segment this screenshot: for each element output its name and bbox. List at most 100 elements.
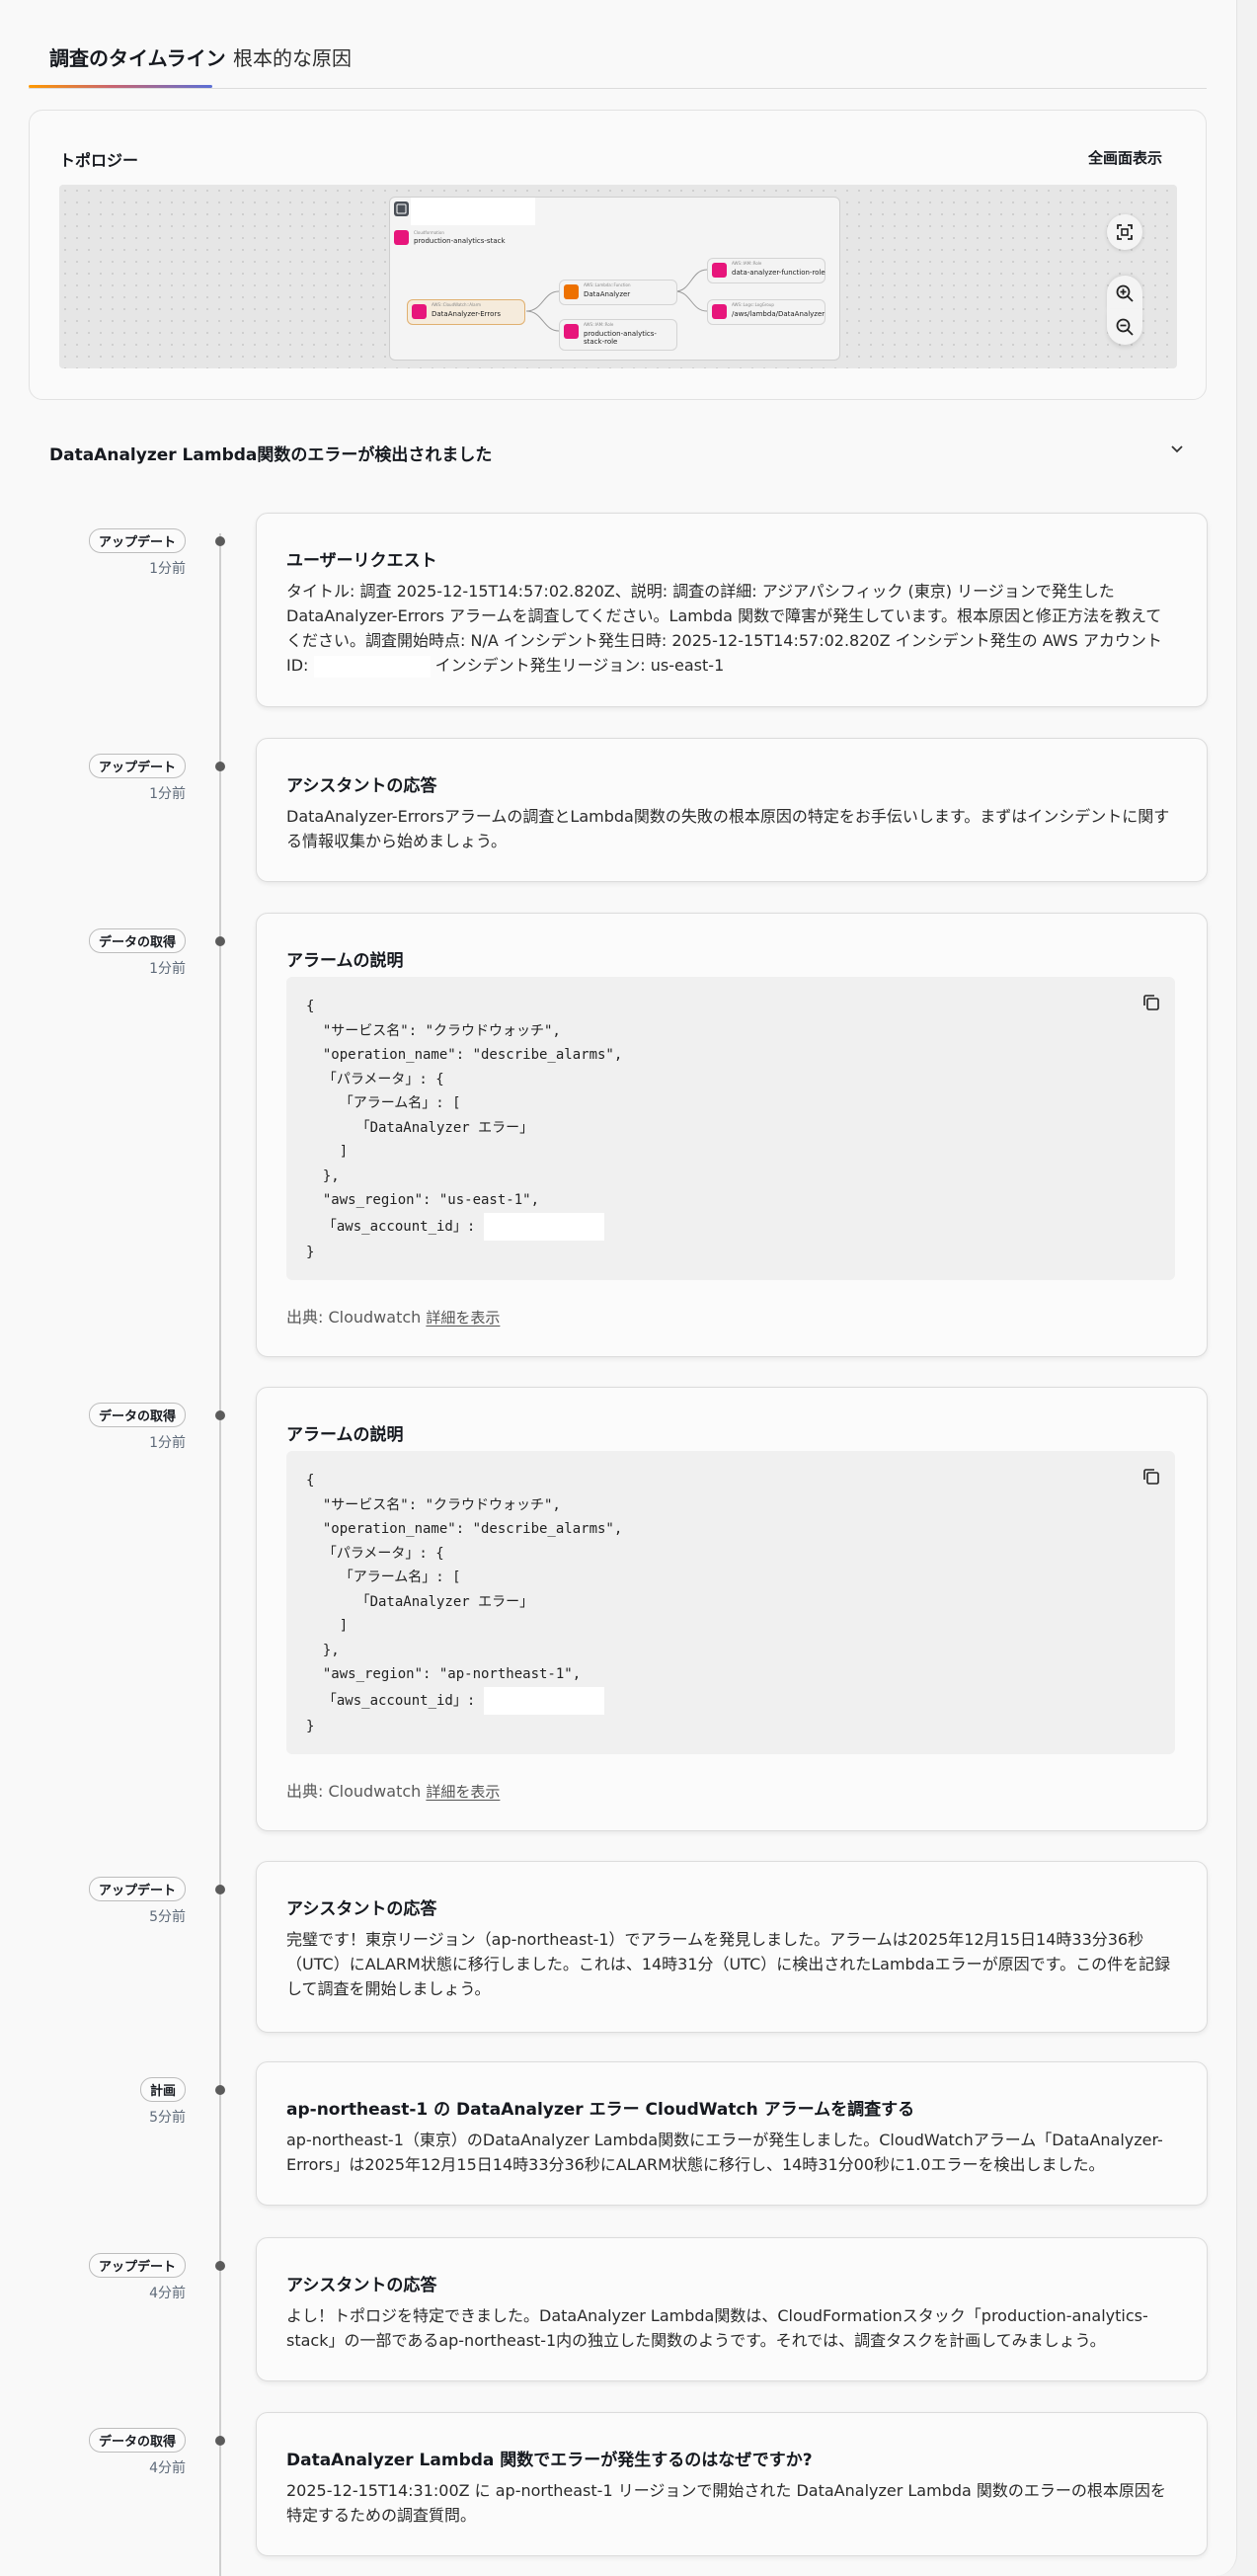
entry-type-badge: 計画 [139, 2077, 186, 2102]
entry-time: 1分前 [149, 561, 186, 577]
zoom-in-icon [1116, 284, 1134, 302]
source-line: 出典: Cloudwatch 詳細を表示 [286, 1778, 500, 1802]
role-icon [712, 263, 727, 278]
entry-time: 5分前 [149, 2110, 186, 2126]
card-title: アシスタントの応答 [286, 2276, 437, 2295]
redacted-account-id [313, 655, 431, 678]
entry-card: アラームの説明 { "サービス名": "クラウドウォッチ", "operatio… [256, 1387, 1208, 1831]
entry-card: アシスタントの応答 よし！トポロジを特定できました。DataAnalyzer L… [256, 2237, 1208, 2381]
topology-node-role[interactable]: AWS::IAM::Role production-analytics-stac… [559, 319, 677, 351]
node-name: /aws/lambda/DataAnalyzer [732, 310, 825, 318]
collapse-chevron-icon[interactable] [1166, 439, 1188, 460]
active-tab-indicator [29, 85, 212, 88]
node-type: AWS::CloudWatch::Alarm [432, 302, 482, 307]
code-content-end: } [306, 1718, 315, 1734]
node-type: AWS::IAM::Role [584, 322, 614, 327]
entry-card: アシスタントの応答 DataAnalyzer-Errorsアラームの調査とLam… [256, 738, 1208, 882]
node-name: data-analyzer-function-role [732, 269, 825, 277]
role-icon [564, 324, 579, 339]
code-content: { "サービス名": "クラウドウォッチ", "operation_name":… [306, 999, 623, 1235]
card-title: アラームの説明 [286, 1425, 404, 1445]
entry-time: 4分前 [149, 2286, 186, 2301]
card-body: よし！トポロジを特定できました。DataAnalyzer Lambda関数は、C… [286, 2306, 1148, 2350]
card-body: 完璧です！東京リージョン（ap-northeast-1）でアラームを発見しました… [286, 1930, 1171, 1998]
entry-type-badge: データの取得 [88, 2428, 186, 2453]
node-name: DataAnalyzer [584, 290, 631, 298]
entry-time: 1分前 [149, 1435, 186, 1451]
log-group-icon [712, 304, 727, 319]
card-body: 2025-12-15T14:31:00Z に ap-northeast-1 リー… [286, 2481, 1166, 2525]
timeline-dot [215, 536, 225, 546]
zoom-out-icon [1116, 318, 1134, 336]
topology-canvas[interactable]: Cloudformation production-analytics-stac… [59, 185, 1177, 368]
timeline-dot [215, 2436, 225, 2446]
timeline-dot [215, 2085, 225, 2095]
fit-view-button[interactable] [1107, 214, 1142, 250]
entry-time: 5分前 [149, 1909, 186, 1925]
card-body: タイトル: 調査 2025-12-15T14:57:02.820Z、説明: 調査… [286, 579, 1175, 678]
entry-card: ユーザーリクエスト タイトル: 調査 2025-12-15T14:57:02.8… [256, 513, 1208, 707]
zoom-in-button[interactable] [1107, 276, 1142, 311]
entry-type-badge: アップデート [88, 754, 186, 778]
entry-type-badge: アップデート [88, 2253, 186, 2278]
code-text: { "サービス名": "クラウドウォッチ", "operation_name":… [306, 1469, 622, 1738]
zoom-out-button[interactable] [1107, 309, 1142, 345]
body-text: インシデント発生リージョン: us-east-1 [434, 656, 725, 675]
fullscreen-button[interactable]: 全画面表示 [1088, 147, 1162, 168]
code-text: { "サービス名": "クラウドウォッチ", "operation_name":… [306, 995, 622, 1264]
scrollbar[interactable] [1239, 0, 1257, 2576]
entry-card: ap-northeast-1 の DataAnalyzer エラー CloudW… [256, 2061, 1208, 2206]
view-details-link[interactable]: 詳細を表示 [426, 1783, 500, 1801]
card-title: アラームの説明 [286, 951, 404, 971]
tab-investigation-timeline[interactable]: 調査のタイムライン [49, 45, 226, 71]
node-type: AWS::Logs::LogGroup [732, 302, 774, 307]
card-body: ap-northeast-1（東京）のDataAnalyzer Lambda関数… [286, 2131, 1163, 2174]
topology-node-alarm[interactable]: AWS::CloudWatch::Alarm DataAnalyzer-Erro… [407, 299, 525, 325]
source-line: 出典: Cloudwatch 詳細を表示 [286, 1304, 500, 1328]
fit-view-icon [1117, 224, 1133, 240]
timeline-dot [215, 936, 225, 946]
card-title: ap-northeast-1 の DataAnalyzer エラー CloudW… [286, 2100, 915, 2120]
section-title: DataAnalyzer Lambda関数のエラーが検出されました [49, 445, 493, 465]
timeline-dot [215, 1410, 225, 1420]
tab-root-cause[interactable]: 根本的な原因 [233, 45, 352, 71]
code-block: { "サービス名": "クラウドウォッチ", "operation_name":… [286, 1451, 1175, 1754]
entry-type-badge: アップデート [88, 528, 186, 553]
topology-node-log-group[interactable]: AWS::Logs::LogGroup /aws/lambda/DataAnal… [707, 299, 825, 325]
entry-card: DataAnalyzer Lambda 関数でエラーが発生するのはなぜですか? … [256, 2412, 1208, 2556]
entry-time: 4分前 [149, 2460, 186, 2476]
entry-card: アシスタントの応答 完璧です！東京リージョン（ap-northeast-1）でア… [256, 1861, 1208, 2033]
redacted-account-id [483, 1212, 604, 1241]
topology-node-exec-role[interactable]: AWS::IAM::Role data-analyzer-function-ro… [707, 258, 825, 283]
topology-title: トポロジー [59, 151, 139, 170]
entry-time: 1分前 [149, 961, 186, 977]
card-title: アシスタントの応答 [286, 1899, 437, 1919]
tab-bar: 調査のタイムライン 根本的な原因 [29, 0, 1207, 89]
entry-type-badge: データの取得 [88, 928, 186, 953]
code-content: { "サービス名": "クラウドウォッチ", "operation_name":… [306, 1473, 623, 1709]
source-label: 出典: Cloudwatch [286, 1782, 422, 1801]
lambda-icon [564, 284, 579, 299]
node-name: production-analytics-stack-role [584, 330, 657, 346]
copy-icon[interactable] [1139, 1465, 1163, 1489]
card-title: ユーザーリクエスト [286, 551, 437, 571]
entry-type-badge: データの取得 [88, 1403, 186, 1427]
timeline-dot [215, 1885, 225, 1894]
entry-card: アラームの説明 { "サービス名": "クラウドウォッチ", "operatio… [256, 913, 1208, 1357]
view-details-link[interactable]: 詳細を表示 [426, 1309, 500, 1327]
card-title: DataAnalyzer Lambda 関数でエラーが発生するのはなぜですか? [286, 2451, 813, 2470]
card-title: アシスタントの応答 [286, 776, 437, 796]
redacted-account-id [483, 1686, 604, 1715]
code-content-end: } [306, 1244, 315, 1260]
copy-icon[interactable] [1139, 991, 1163, 1014]
node-type: AWS::IAM::Role [732, 261, 762, 266]
node-type: AWS::Lambda::Function [584, 282, 631, 287]
timeline-dot [215, 762, 225, 771]
topology-node-lambda[interactable]: AWS::Lambda::Function DataAnalyzer [559, 280, 677, 305]
alarm-icon [412, 304, 427, 319]
card-body: DataAnalyzer-Errorsアラームの調査とLambda関数の失敗の根… [286, 807, 1170, 850]
source-label: 出典: Cloudwatch [286, 1308, 422, 1327]
topology-card: トポロジー 全画面表示 Cloudformation production-an… [29, 110, 1207, 400]
timeline-dot [215, 2261, 225, 2271]
node-name: DataAnalyzer-Errors [432, 310, 501, 318]
